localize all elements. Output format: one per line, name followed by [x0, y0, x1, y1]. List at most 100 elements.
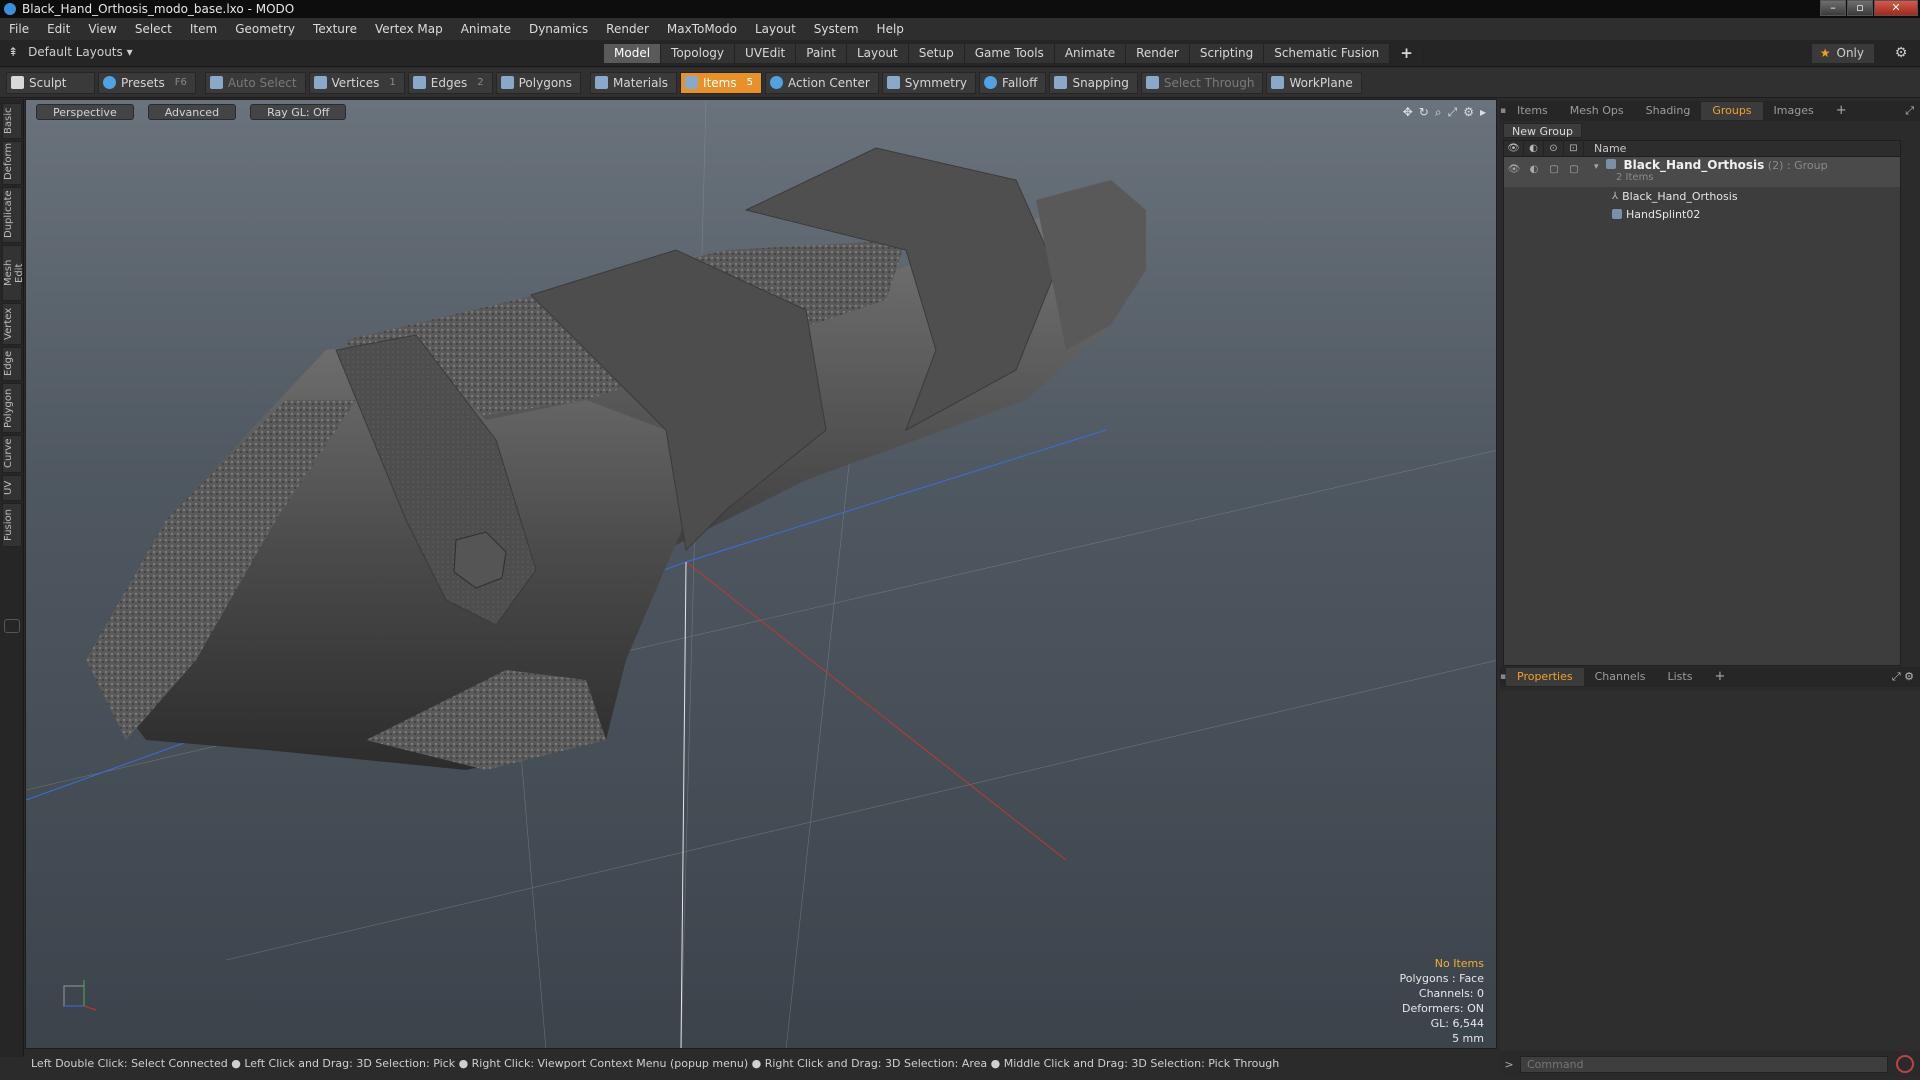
- minimize-button[interactable]: –: [1820, 0, 1846, 16]
- symmetry-button[interactable]: Symmetry: [881, 71, 977, 94]
- add-tab-icon[interactable]: +: [1390, 44, 1424, 63]
- tab-uvedit[interactable]: UVEdit: [735, 44, 797, 63]
- snapping-button[interactable]: Snapping: [1049, 71, 1138, 94]
- vtab-vertex[interactable]: Vertex: [2, 303, 22, 345]
- visibility-column-icon[interactable]: 👁: [1504, 140, 1524, 157]
- workplane-button[interactable]: WorkPlane: [1266, 71, 1362, 94]
- edges-button[interactable]: Edges 2: [407, 71, 493, 94]
- materials-button[interactable]: Materials: [590, 71, 678, 94]
- falloff-button[interactable]: Falloff: [979, 71, 1047, 94]
- command-input[interactable]: [1520, 1055, 1888, 1073]
- menu-edit[interactable]: Edit: [38, 22, 79, 36]
- panel-expand-icon[interactable]: ⤢: [1905, 104, 1914, 118]
- polygons-button[interactable]: Polygons: [495, 71, 582, 94]
- tab-layout[interactable]: Layout: [846, 44, 909, 63]
- menu-system[interactable]: System: [805, 22, 868, 36]
- move-view-icon[interactable]: ✥: [1403, 105, 1413, 120]
- close-button[interactable]: ✕: [1874, 0, 1918, 16]
- menu-vertex-map[interactable]: Vertex Map: [366, 22, 452, 36]
- select-column-icon[interactable]: ⊡: [1564, 140, 1584, 157]
- tab-groups[interactable]: Groups: [1701, 102, 1763, 120]
- auto-select-button[interactable]: Auto Select: [204, 71, 306, 94]
- vtab-mesh-edit[interactable]: Mesh Edit: [2, 245, 25, 301]
- vtab-basic[interactable]: Basic: [2, 103, 22, 139]
- vtab-uv[interactable]: UV: [2, 475, 22, 501]
- gear-icon[interactable]: ⚙: [1892, 44, 1910, 62]
- zoom-view-icon[interactable]: ⌕: [1435, 105, 1442, 120]
- items-button[interactable]: Items 5: [680, 71, 762, 94]
- toggle-panel-icon[interactable]: [4, 619, 20, 633]
- tab-schematic-fusion[interactable]: Schematic Fusion: [1264, 44, 1391, 63]
- menu-view[interactable]: View: [79, 22, 125, 36]
- render-toggle-icon[interactable]: ◐: [1524, 161, 1544, 179]
- visibility-eye-icon[interactable]: 👁: [1504, 161, 1524, 179]
- render-column-icon[interactable]: ◐: [1524, 140, 1544, 157]
- menu-texture[interactable]: Texture: [304, 22, 366, 36]
- panel-settings-icons[interactable]: ⤢ ⚙: [1892, 670, 1914, 684]
- menu-geometry[interactable]: Geometry: [226, 22, 304, 36]
- tab-shading[interactable]: Shading: [1635, 102, 1702, 120]
- menu-help[interactable]: Help: [868, 22, 913, 36]
- lock-toggle-icon[interactable]: ▢: [1544, 161, 1564, 179]
- tab-topology[interactable]: Topology: [661, 44, 736, 63]
- action-center-button[interactable]: Action Center: [764, 71, 879, 94]
- menu-file[interactable]: File: [0, 22, 38, 36]
- menu-animate[interactable]: Animate: [452, 22, 520, 36]
- viewport-settings-icon[interactable]: ⚙: [1463, 105, 1474, 120]
- vtab-edge[interactable]: Edge: [2, 347, 22, 381]
- only-button[interactable]: ★ Only: [1811, 44, 1874, 63]
- tab-model[interactable]: Model: [604, 44, 662, 63]
- sculpt-button[interactable]: Sculpt: [6, 71, 96, 94]
- advanced-dropdown[interactable]: Advanced: [147, 104, 237, 120]
- menu-select[interactable]: Select: [126, 22, 181, 36]
- collapse-arrow-icon[interactable]: ▾: [1594, 162, 1599, 172]
- viewport-menu-arrow-icon[interactable]: ▸: [1480, 105, 1486, 120]
- vtab-deform[interactable]: Deform: [2, 141, 22, 185]
- tab-channels[interactable]: Channels: [1584, 668, 1657, 686]
- groups-panel-tabs: ▪ Items Mesh Ops Shading Groups Images +…: [1500, 101, 1920, 121]
- fit-view-icon[interactable]: ⤢: [1448, 105, 1458, 120]
- tab-scripting[interactable]: Scripting: [1189, 44, 1265, 63]
- tab-paint[interactable]: Paint: [796, 44, 847, 63]
- list-item[interactable]: ⅄ Black_Hand_Orthosis: [1504, 187, 1900, 205]
- only-label: Only: [1836, 46, 1865, 60]
- menu-layout[interactable]: Layout: [746, 22, 805, 36]
- vtab-duplicate[interactable]: Duplicate: [2, 187, 22, 243]
- rotate-view-icon[interactable]: ↻: [1419, 105, 1429, 120]
- select-through-button[interactable]: Select Through: [1140, 71, 1264, 94]
- command-history-icon[interactable]: [1896, 1055, 1914, 1073]
- add-panel-tab-icon[interactable]: +: [1825, 102, 1858, 120]
- tab-properties[interactable]: Properties: [1506, 668, 1584, 686]
- tab-game-tools[interactable]: Game Tools: [964, 44, 1055, 63]
- vtab-polygon[interactable]: Polygon: [2, 383, 22, 433]
- lock-column-icon[interactable]: ⊙: [1544, 140, 1564, 157]
- vtab-curve[interactable]: Curve: [2, 435, 22, 473]
- raygl-dropdown[interactable]: Ray GL: Off: [250, 104, 347, 120]
- maximize-button[interactable]: ▫: [1847, 0, 1873, 16]
- tab-items[interactable]: Items: [1506, 102, 1559, 120]
- tool-bar: Sculpt Presets F6 Auto Select Vertices 1 E…: [0, 68, 1920, 98]
- tab-animate[interactable]: Animate: [1054, 44, 1127, 63]
- command-arrow-icon[interactable]: >: [1500, 1058, 1518, 1071]
- presets-button[interactable]: Presets F6: [98, 71, 196, 94]
- vertices-shortcut: 1: [389, 77, 396, 88]
- vtab-fusion[interactable]: Fusion: [2, 503, 22, 547]
- select-toggle-icon[interactable]: ▢: [1564, 161, 1584, 179]
- tab-images[interactable]: Images: [1763, 102, 1825, 120]
- vertices-button[interactable]: Vertices 1: [308, 71, 405, 94]
- perspective-dropdown[interactable]: Perspective: [36, 104, 134, 120]
- layout-selector[interactable]: ⇞ Default Layouts ▾: [8, 45, 133, 59]
- menu-render[interactable]: Render: [597, 22, 658, 36]
- add-panel-tab-icon[interactable]: +: [1703, 668, 1736, 686]
- tab-lists[interactable]: Lists: [1657, 668, 1704, 686]
- list-item[interactable]: HandSplint02: [1504, 205, 1900, 223]
- 3d-viewport[interactable]: Perspective Advanced Ray GL: Off ✥ ↻ ⌕ ⤢…: [25, 99, 1497, 1049]
- menu-maxtomodo[interactable]: MaxToModo: [658, 22, 746, 36]
- tab-setup[interactable]: Setup: [908, 44, 965, 63]
- new-group-button[interactable]: New Group: [1503, 123, 1582, 138]
- menu-dynamics[interactable]: Dynamics: [520, 22, 597, 36]
- tab-render[interactable]: Render: [1126, 44, 1190, 63]
- group-row[interactable]: 👁 ◐ ▢ ▢ ▾ Black_Hand_Orthosis (2) : Grou…: [1504, 157, 1900, 187]
- tab-mesh-ops[interactable]: Mesh Ops: [1559, 102, 1635, 120]
- menu-item[interactable]: Item: [181, 22, 226, 36]
